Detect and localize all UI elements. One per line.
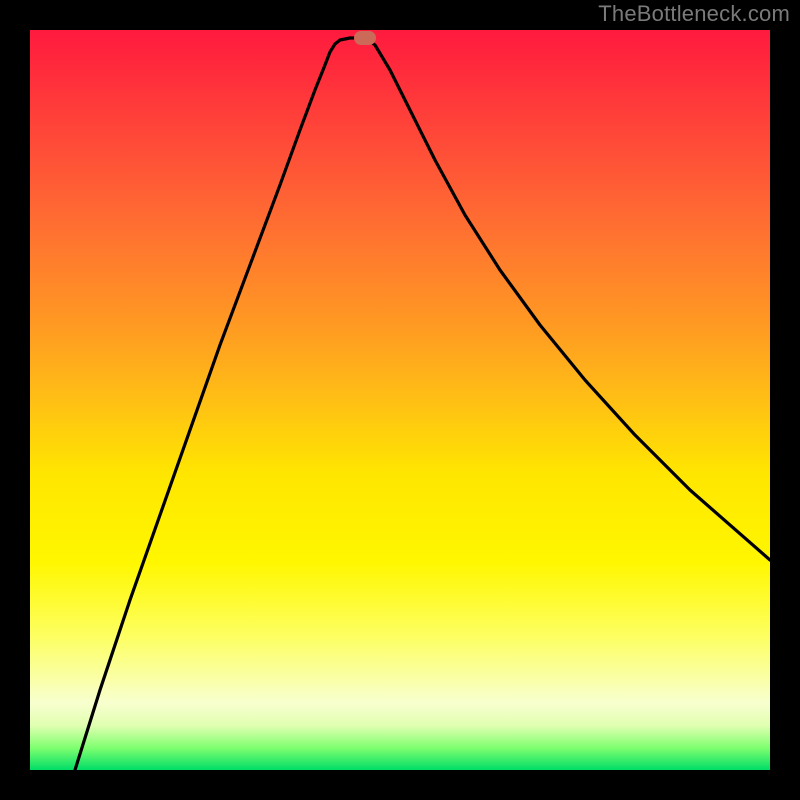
optimal-point-marker bbox=[354, 31, 376, 45]
chart-frame: TheBottleneck.com bbox=[0, 0, 800, 800]
watermark-text: TheBottleneck.com bbox=[598, 1, 790, 27]
gradient-plot-area bbox=[30, 30, 770, 770]
